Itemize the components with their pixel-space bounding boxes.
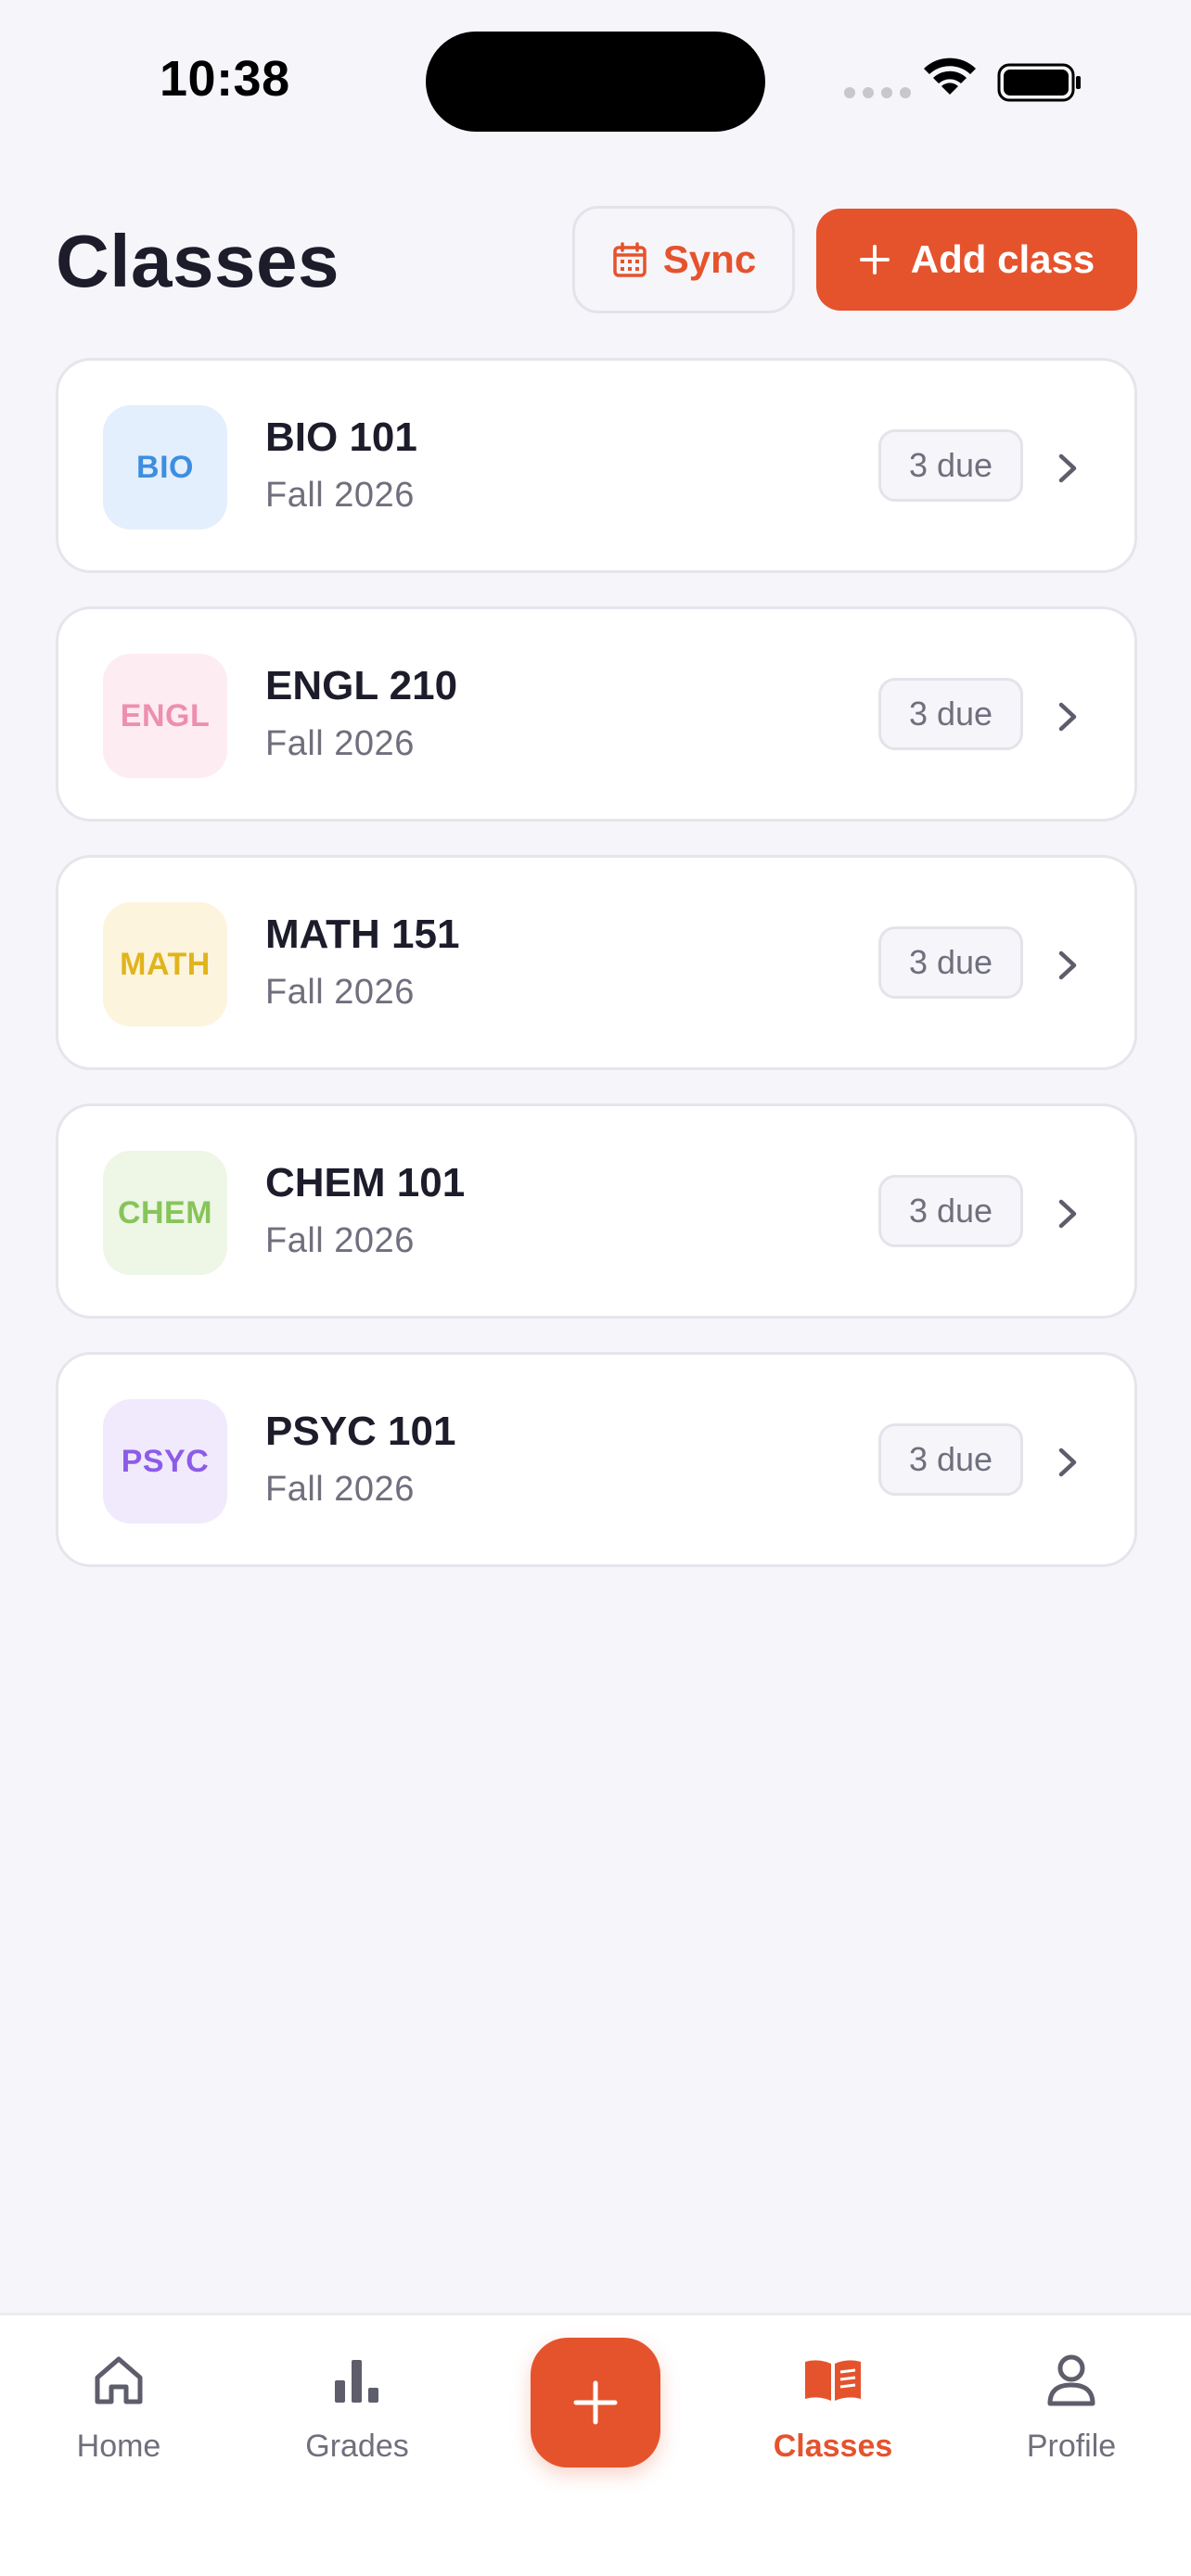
course-term: Fall 2026 xyxy=(265,1470,415,1509)
due-count-badge: 3 due xyxy=(878,926,1023,999)
bar-chart-icon xyxy=(335,2360,378,2403)
book-open-icon xyxy=(805,2360,861,2401)
class-list: BIO BIO 101 Fall 2026 3 due ENGL ENGL 21… xyxy=(56,358,1137,1600)
course-name: ENGL 210 xyxy=(265,663,458,708)
quick-add-button[interactable] xyxy=(531,2338,660,2468)
chevron-right-icon xyxy=(1058,702,1077,732)
cellular-signal-icon xyxy=(844,87,911,98)
tab-grades-label: Grades xyxy=(305,2429,409,2464)
status-bar: 10:38 xyxy=(0,0,1191,148)
user-icon xyxy=(1047,2354,1095,2406)
plus-icon xyxy=(573,2380,618,2425)
course-badge: PSYC xyxy=(103,1399,227,1524)
status-time: 10:38 xyxy=(160,51,290,107)
chevron-right-icon xyxy=(1058,453,1077,483)
course-badge: MATH xyxy=(103,902,227,1027)
dynamic-island xyxy=(426,32,765,132)
add-class-label: Add class xyxy=(910,237,1095,281)
sync-button[interactable]: Sync xyxy=(572,206,795,313)
add-class-button[interactable]: Add class xyxy=(816,209,1137,311)
tab-grades[interactable]: Grades xyxy=(255,2315,459,2501)
course-term: Fall 2026 xyxy=(265,1221,415,1260)
tab-profile-label: Profile xyxy=(1026,2429,1117,2464)
tab-home-label: Home xyxy=(76,2429,161,2464)
chevron-right-icon xyxy=(1058,1199,1077,1229)
tab-profile[interactable]: Profile xyxy=(969,2315,1173,2501)
course-name: BIO 101 xyxy=(265,414,417,460)
plus-icon xyxy=(859,245,890,274)
class-card[interactable]: CHEM CHEM 101 Fall 2026 3 due xyxy=(56,1103,1137,1319)
wifi-icon xyxy=(924,57,976,95)
class-card[interactable]: MATH MATH 151 Fall 2026 3 due xyxy=(56,855,1137,1070)
course-badge: CHEM xyxy=(103,1151,227,1275)
course-name: PSYC 101 xyxy=(265,1409,456,1454)
course-term: Fall 2026 xyxy=(265,724,415,763)
page-title: Classes xyxy=(56,220,339,302)
course-term: Fall 2026 xyxy=(265,476,415,515)
course-badge: ENGL xyxy=(103,654,227,778)
course-name: CHEM 101 xyxy=(265,1160,466,1205)
chevron-right-icon xyxy=(1058,950,1077,980)
course-term: Fall 2026 xyxy=(265,973,415,1012)
tab-bar: Home Grades Classes Profile xyxy=(0,2313,1191,2576)
sync-label: Sync xyxy=(662,237,757,281)
class-card[interactable]: ENGL ENGL 210 Fall 2026 3 due xyxy=(56,606,1137,822)
tab-home[interactable]: Home xyxy=(17,2315,221,2501)
due-count-badge: 3 due xyxy=(878,1175,1023,1247)
course-name: MATH 151 xyxy=(265,912,460,957)
course-badge: BIO xyxy=(103,405,227,529)
due-count-badge: 3 due xyxy=(878,429,1023,502)
due-count-badge: 3 due xyxy=(878,1423,1023,1496)
class-card[interactable]: BIO BIO 101 Fall 2026 3 due xyxy=(56,358,1137,573)
home-icon xyxy=(95,2356,143,2404)
calendar-icon xyxy=(613,242,647,277)
battery-icon xyxy=(997,63,1081,102)
chevron-right-icon xyxy=(1058,1447,1077,1477)
tab-classes[interactable]: Classes xyxy=(731,2315,935,2501)
due-count-badge: 3 due xyxy=(878,678,1023,750)
class-card[interactable]: PSYC PSYC 101 Fall 2026 3 due xyxy=(56,1352,1137,1567)
tab-classes-label: Classes xyxy=(773,2429,893,2464)
